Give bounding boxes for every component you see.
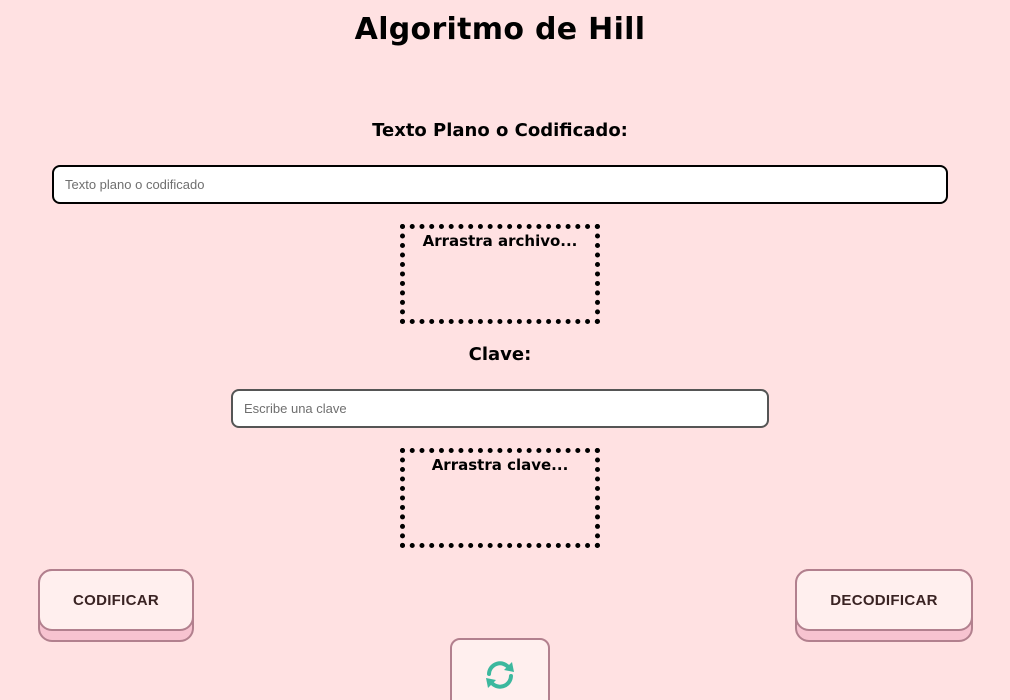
file-dropzone[interactable]: Arrastra archivo...	[400, 224, 600, 324]
plain-or-encoded-text-input[interactable]	[52, 165, 948, 204]
file-dropzone-label: Arrastra archivo...	[422, 232, 578, 250]
hill-cipher-page: Algoritmo de Hill Texto Plano o Codifica…	[0, 0, 1010, 700]
decode-button[interactable]: DECODIFICAR	[795, 569, 973, 642]
key-input[interactable]	[231, 389, 769, 428]
key-input-label: Clave:	[468, 344, 532, 365]
text-input-label: Texto Plano o Codificado:	[372, 120, 628, 141]
refresh-icon	[486, 661, 514, 689]
decode-button-label: DECODIFICAR	[795, 569, 973, 631]
encode-button[interactable]: CODIFICAR	[38, 569, 194, 642]
key-dropzone[interactable]: Arrastra clave...	[400, 448, 600, 548]
encode-button-label: CODIFICAR	[38, 569, 194, 631]
refresh-button[interactable]	[450, 638, 550, 700]
key-dropzone-label: Arrastra clave...	[431, 456, 569, 474]
page-title: Algoritmo de Hill	[354, 12, 646, 47]
